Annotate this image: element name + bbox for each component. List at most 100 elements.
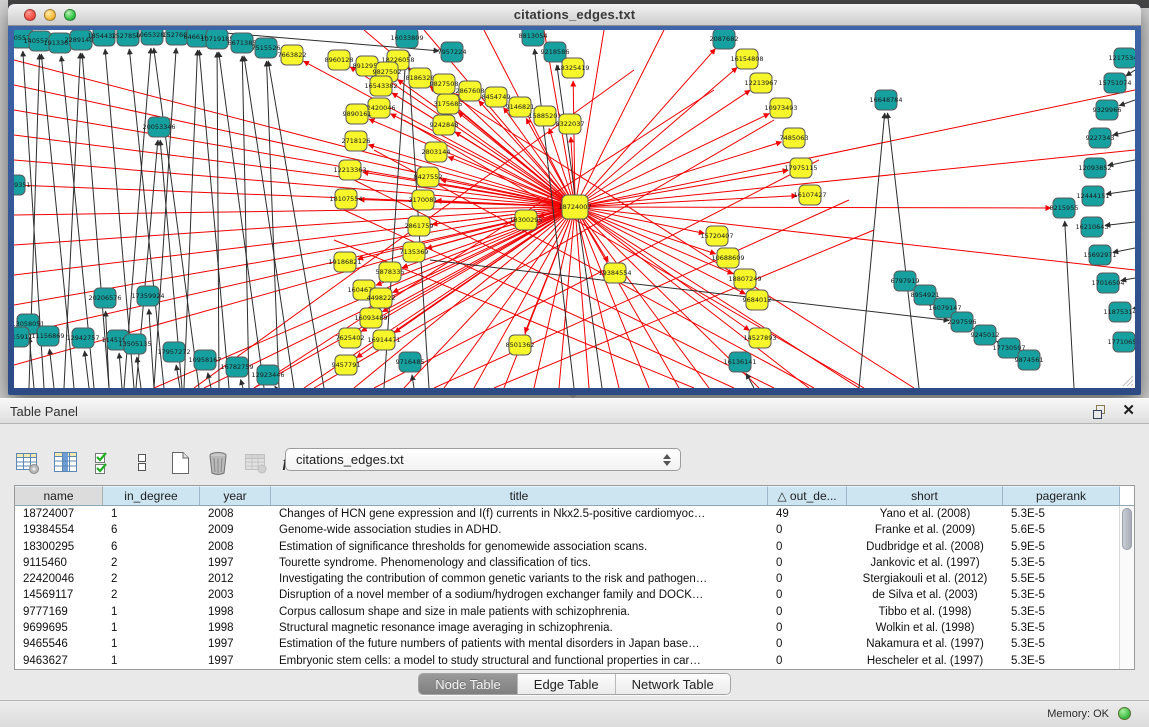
graph-node[interactable]: 8215955 bbox=[1050, 198, 1079, 218]
graph-node[interactable]: 16093489 bbox=[354, 308, 387, 328]
column-header-name[interactable]: name bbox=[15, 486, 103, 505]
table-selector-dropdown[interactable]: citations_edges.txt bbox=[285, 448, 681, 471]
graph-node[interactable]: 9684012 bbox=[743, 290, 772, 310]
close-panel-icon[interactable]: ✕ bbox=[1122, 403, 1135, 419]
graph-node[interactable]: 12213967 bbox=[744, 73, 777, 93]
graph-node[interactable]: 12444151 bbox=[1076, 186, 1109, 206]
graph-node[interactable]: 8322037 bbox=[556, 114, 585, 134]
graph-node[interactable]: 16154808 bbox=[730, 49, 763, 69]
graph-node[interactable]: 17016504 bbox=[1091, 273, 1124, 293]
table-row[interactable]: 946554611997Estimation of the future num… bbox=[15, 636, 1134, 652]
graph-node[interactable]: 2803144 bbox=[422, 142, 451, 162]
graph-node[interactable]: 2087682 bbox=[710, 30, 739, 49]
graph-node[interactable]: 10688609 bbox=[711, 248, 744, 268]
table-row[interactable]: 946362711997Embryonic stem cells: a mode… bbox=[15, 653, 1134, 669]
column-header-pagerank[interactable]: pagerank bbox=[1003, 486, 1120, 505]
tab-node-table[interactable]: Node Table bbox=[419, 674, 518, 694]
table-row[interactable]: 977716911998Corpus callosum shape and si… bbox=[15, 604, 1134, 620]
graph-node[interactable]: 2297596 bbox=[948, 312, 977, 332]
graph-node-label: 3170081 bbox=[409, 196, 438, 204]
graph-node[interactable]: 12942757 bbox=[66, 328, 99, 348]
network-canvas[interactable]: 2005572114055714191336182289140618544321… bbox=[14, 30, 1135, 388]
graph-node-label: 16782759 bbox=[220, 363, 253, 371]
table-row[interactable]: 969969511998Structural magnetic resonanc… bbox=[15, 620, 1134, 636]
column-header-in_degree[interactable]: in_degree bbox=[103, 486, 200, 505]
graph-node[interactable]: 9874561 bbox=[1015, 350, 1044, 370]
graph-node[interactable]: 9227343 bbox=[1086, 128, 1115, 148]
table-row[interactable]: 1456911722003Disruption of a novel membe… bbox=[15, 587, 1134, 603]
table-row[interactable]: 1830029562008Estimation of significance … bbox=[15, 539, 1134, 555]
graph-node[interactable]: 16136141 bbox=[723, 352, 756, 372]
graph-node[interactable]: 9245012 bbox=[971, 325, 1000, 345]
graph-node[interactable]: 14527893 bbox=[743, 328, 776, 348]
delete-trash-icon[interactable] bbox=[204, 449, 232, 477]
row-height-icon[interactable] bbox=[128, 449, 156, 477]
graph-node[interactable]: 7625402 bbox=[336, 328, 365, 348]
graph-node[interactable]: 9716485 bbox=[396, 352, 425, 372]
column-header-short[interactable]: short bbox=[847, 486, 1003, 505]
graph-node-label: 9827508 bbox=[430, 80, 459, 88]
table-row[interactable]: 1872400712008Changes of HCN gene express… bbox=[15, 506, 1134, 522]
graph-node[interactable]: 7485063 bbox=[780, 128, 809, 148]
table-scrollbar-thumb[interactable] bbox=[1122, 508, 1132, 550]
tab-network-table[interactable]: Network Table bbox=[616, 674, 730, 694]
graph-node[interactable]: 9457791 bbox=[332, 355, 361, 375]
graph-node[interactable]: 18724007 bbox=[558, 195, 591, 219]
new-document-icon[interactable] bbox=[166, 449, 194, 477]
dropdown-arrows-icon bbox=[663, 452, 672, 468]
table-scrollbar-track[interactable] bbox=[1119, 506, 1134, 669]
graph-node[interactable]: 10958167 bbox=[188, 350, 221, 370]
select-columns-icon[interactable] bbox=[90, 449, 118, 477]
table-row[interactable]: 2242004622012Investigating the contribut… bbox=[15, 571, 1134, 587]
graph-node[interactable]: 18807249 bbox=[728, 269, 761, 289]
graph-node[interactable]: 18409351 bbox=[14, 175, 31, 195]
graph-node[interactable]: 17710655 bbox=[1107, 332, 1135, 352]
graph-node[interactable]: 2861759 bbox=[405, 216, 434, 236]
cell-name: 9115460 bbox=[15, 555, 103, 571]
table-row[interactable]: 1938455462009Genome-wide association stu… bbox=[15, 522, 1134, 538]
graph-node[interactable]: 7135369 bbox=[400, 242, 429, 262]
graph-node[interactable]: 16648784 bbox=[869, 90, 902, 110]
graph-node[interactable]: 16033809 bbox=[390, 30, 423, 48]
graph-node[interactable]: 7515526 bbox=[252, 38, 281, 58]
graph-node[interactable]: 9242848 bbox=[430, 115, 459, 135]
graph-node[interactable]: 11875314 bbox=[1103, 302, 1135, 322]
table-options-icon[interactable] bbox=[14, 449, 42, 477]
graph-node[interactable]: 5878335 bbox=[376, 262, 405, 282]
graph-node[interactable]: 7957224 bbox=[438, 42, 467, 62]
graph-node[interactable]: 18107554 bbox=[329, 189, 362, 209]
graph-node[interactable]: 9827508 bbox=[430, 74, 459, 94]
graph-node[interactable]: 15720407 bbox=[700, 226, 733, 246]
graph-node[interactable]: 7663822 bbox=[278, 45, 307, 65]
graph-node[interactable]: 2718126 bbox=[342, 131, 371, 151]
graph-node[interactable]: 8813054 bbox=[519, 30, 548, 46]
graph-node[interactable]: 12093852 bbox=[1078, 158, 1111, 178]
column-header-out_de[interactable]: △ out_de... bbox=[768, 486, 847, 505]
float-panel-icon[interactable] bbox=[1093, 405, 1107, 419]
resize-grip-icon[interactable] bbox=[1118, 371, 1134, 387]
graph-node[interactable]: 10973493 bbox=[764, 98, 797, 118]
graph-node[interactable]: 2867608 bbox=[456, 81, 485, 101]
column-header-title[interactable]: title bbox=[271, 486, 768, 505]
graph-node[interactable]: 8427552 bbox=[414, 167, 443, 187]
show-column-icon[interactable] bbox=[52, 449, 80, 477]
graph-node[interactable]: 3175685 bbox=[434, 94, 463, 114]
table-row[interactable]: 911546021997Tourette syndrome. Phenomeno… bbox=[15, 555, 1134, 571]
graph-node[interactable]: 16210643 bbox=[1075, 217, 1108, 237]
cell-year: 1997 bbox=[200, 653, 271, 669]
graph-node[interactable]: 15692971 bbox=[1083, 245, 1116, 265]
graph-node[interactable]: 16107427 bbox=[793, 185, 826, 205]
graph-node[interactable]: 12923446 bbox=[251, 365, 284, 385]
column-header-year[interactable]: year bbox=[200, 486, 271, 505]
graph-node[interactable]: 4498222 bbox=[367, 288, 396, 308]
graph-node[interactable]: 9329966 bbox=[1093, 100, 1122, 120]
graph-node[interactable]: 8501362 bbox=[506, 335, 535, 355]
graph-node[interactable]: 8960128 bbox=[325, 50, 354, 70]
graph-node[interactable]: 3170081 bbox=[409, 190, 438, 210]
memory-ok-indicator[interactable] bbox=[1118, 707, 1131, 720]
network-window-titlebar[interactable]: citations_edges.txt bbox=[8, 4, 1141, 26]
graph-node[interactable]: 12175344 bbox=[1108, 48, 1135, 68]
tab-edge-table[interactable]: Edge Table bbox=[518, 674, 616, 694]
graph-node-label: 9827502 bbox=[373, 68, 402, 76]
graph-node[interactable]: 9890161 bbox=[343, 104, 372, 124]
